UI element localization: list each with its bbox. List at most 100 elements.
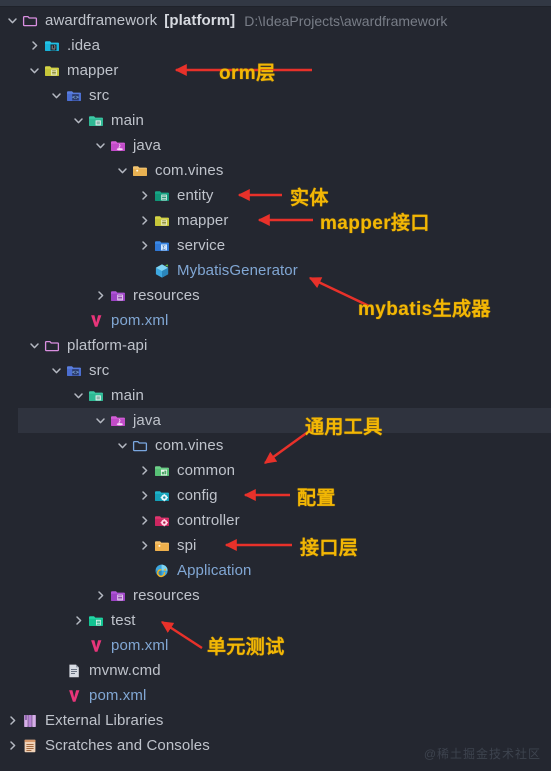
tree-row-spi[interactable]: spi: [0, 533, 551, 558]
tree-row-main-2[interactable]: main: [0, 383, 551, 408]
chevron-right-icon[interactable]: [136, 183, 152, 208]
tree-row-mapper-pkg[interactable]: mapper: [0, 208, 551, 233]
tree-row-application[interactable]: Application: [0, 558, 551, 583]
tree-row-src-2[interactable]: <> src: [0, 358, 551, 383]
chevron-down-icon[interactable]: [92, 133, 108, 158]
chevron-down-icon[interactable]: [4, 8, 20, 33]
svg-text:<>: <>: [72, 94, 79, 101]
chevron-right-icon[interactable]: [92, 583, 108, 608]
tree-row-test[interactable]: test: [0, 608, 551, 633]
chevron-down-icon[interactable]: [92, 408, 108, 433]
chevron-right-icon[interactable]: [136, 533, 152, 558]
tree-row-label: pom.xml: [89, 687, 147, 704]
folder-main-icon: [86, 383, 106, 408]
tree-row-label: controller: [177, 512, 240, 529]
annotation-label-test: 单元测试: [207, 637, 285, 658]
library-icon: [20, 708, 40, 733]
chevron-down-icon[interactable]: [114, 433, 130, 458]
svg-text:IJ: IJ: [51, 45, 55, 51]
tree-row-java-2[interactable]: java: [0, 408, 551, 433]
tree-row-label: .idea: [67, 37, 101, 54]
folder-mapper-icon: [152, 208, 172, 233]
tree-row-label: MybatisGenerator: [177, 262, 298, 279]
tree-row-label: pom.xml: [111, 312, 169, 329]
tree-row-label: resources: [133, 587, 200, 604]
tree-row-label: com.vines: [155, 437, 224, 454]
twisty-placeholder: [70, 308, 86, 333]
tree-row-label: pom.xml: [111, 637, 169, 654]
tree-row-main-1[interactable]: main: [0, 108, 551, 133]
folder-module-icon: [20, 8, 40, 33]
tree-row-label: service: [177, 237, 226, 254]
tree-row-comvines-1[interactable]: com.vines: [0, 158, 551, 183]
tree-row-controller[interactable]: controller: [0, 508, 551, 533]
tree-row-service[interactable]: Σservice: [0, 233, 551, 258]
tree-row-platapi[interactable]: platform-api: [0, 333, 551, 358]
folder-config-icon: [152, 483, 172, 508]
tree-row-label: resources: [133, 287, 200, 304]
chevron-right-icon[interactable]: [136, 508, 152, 533]
chevron-down-icon[interactable]: [70, 383, 86, 408]
tree-row-pom-root[interactable]: pom.xml: [0, 683, 551, 708]
annotation-label-spi: 接口层: [300, 538, 359, 559]
folder-plain-icon: [130, 433, 150, 458]
folder-common-icon: [152, 458, 172, 483]
tree-row-mybatisgen[interactable]: MybatisGenerator: [0, 258, 551, 283]
folder-test-icon: [86, 608, 106, 633]
twisty-placeholder: [48, 683, 64, 708]
tree-row-src-1[interactable]: <> src: [0, 83, 551, 108]
chevron-down-icon[interactable]: [26, 333, 42, 358]
chevron-right-icon[interactable]: [92, 283, 108, 308]
tree-row-extlibs[interactable]: External Libraries: [0, 708, 551, 733]
folder-maven-icon: [42, 58, 62, 83]
folder-entity-icon: [152, 183, 172, 208]
tree-row-config[interactable]: config: [0, 483, 551, 508]
folder-java-src-icon: [108, 408, 128, 433]
chevron-right-icon[interactable]: [136, 233, 152, 258]
window-top-bar: [0, 0, 551, 7]
chevron-right-icon[interactable]: [136, 483, 152, 508]
folder-source-icon: <>: [64, 358, 84, 383]
tree-row-common[interactable]: common: [0, 458, 551, 483]
watermark: @稀土掘金技术社区: [423, 747, 541, 761]
maven-pom-icon: [86, 308, 106, 333]
tree-row-label: main: [111, 112, 144, 129]
svg-text:<>: <>: [72, 369, 79, 376]
chevron-down-icon[interactable]: [26, 58, 42, 83]
tree-row-idea[interactable]: IJ .idea: [0, 33, 551, 58]
script-file-icon: [64, 658, 84, 683]
chevron-right-icon[interactable]: [70, 608, 86, 633]
chevron-right-icon[interactable]: [4, 733, 20, 758]
tree-row-root[interactable]: awardframework [platform] D:\IdeaProjects\…: [0, 8, 551, 33]
chevron-right-icon[interactable]: [136, 208, 152, 233]
folder-source-icon: <>: [64, 83, 84, 108]
twisty-placeholder: [48, 658, 64, 683]
tree-row-label: entity: [177, 187, 214, 204]
folder-java-src-icon: [108, 133, 128, 158]
tree-row-label: test: [111, 612, 136, 629]
tree-row-label: com.vines: [155, 162, 224, 179]
tree-row-mvnw[interactable]: mvnw.cmd: [0, 658, 551, 683]
chevron-down-icon[interactable]: [70, 108, 86, 133]
tree-row-entity[interactable]: entity: [0, 183, 551, 208]
tree-row-label: awardframework: [45, 12, 158, 29]
tree-row-label: src: [89, 87, 110, 104]
chevron-down-icon[interactable]: [114, 158, 130, 183]
annotation-label-common: 通用工具: [305, 417, 383, 438]
tree-row-comvines-2[interactable]: com.vines: [0, 433, 551, 458]
annotation-label-mybatis: mybatis生成器: [358, 299, 491, 320]
tree-row-label: External Libraries: [45, 712, 164, 729]
scratches-icon: [20, 733, 40, 758]
tree-row-label: java: [133, 412, 161, 429]
annotation-label-mapper: mapper接口: [320, 213, 430, 234]
chevron-down-icon[interactable]: [48, 358, 64, 383]
tree-row-java-1[interactable]: java: [0, 133, 551, 158]
chevron-right-icon[interactable]: [136, 458, 152, 483]
project-path-text: D:\IdeaProjects\awardframework: [244, 12, 448, 29]
tree-row-resources-2[interactable]: resources: [0, 583, 551, 608]
chevron-right-icon[interactable]: [26, 33, 42, 58]
tree-row-label: Scratches and Consoles: [45, 737, 210, 754]
chevron-right-icon[interactable]: [4, 708, 20, 733]
chevron-down-icon[interactable]: [48, 83, 64, 108]
idea-folder-icon: IJ: [42, 33, 62, 58]
